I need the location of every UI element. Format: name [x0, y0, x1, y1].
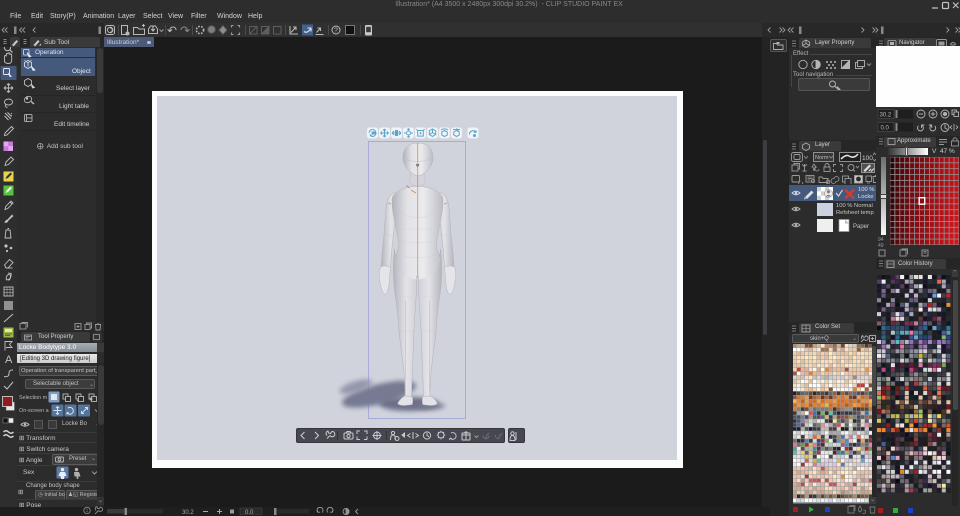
svg-text:100: 100: [862, 155, 873, 162]
svg-text:↶: ↶: [167, 24, 177, 38]
svg-text:Norm: Norm: [815, 155, 829, 161]
svg-text:↻: ↻: [928, 123, 937, 135]
svg-text:0.0: 0.0: [881, 126, 890, 132]
svg-text:↷: ↷: [180, 24, 190, 38]
svg-text:A: A: [5, 354, 13, 366]
svg-text:30.2: 30.2: [182, 510, 194, 516]
svg-text:30.2: 30.2: [880, 113, 892, 119]
svg-text:↺: ↺: [916, 123, 925, 135]
svg-text:0.0: 0.0: [245, 510, 254, 516]
svg-text:?: ?: [334, 28, 338, 35]
